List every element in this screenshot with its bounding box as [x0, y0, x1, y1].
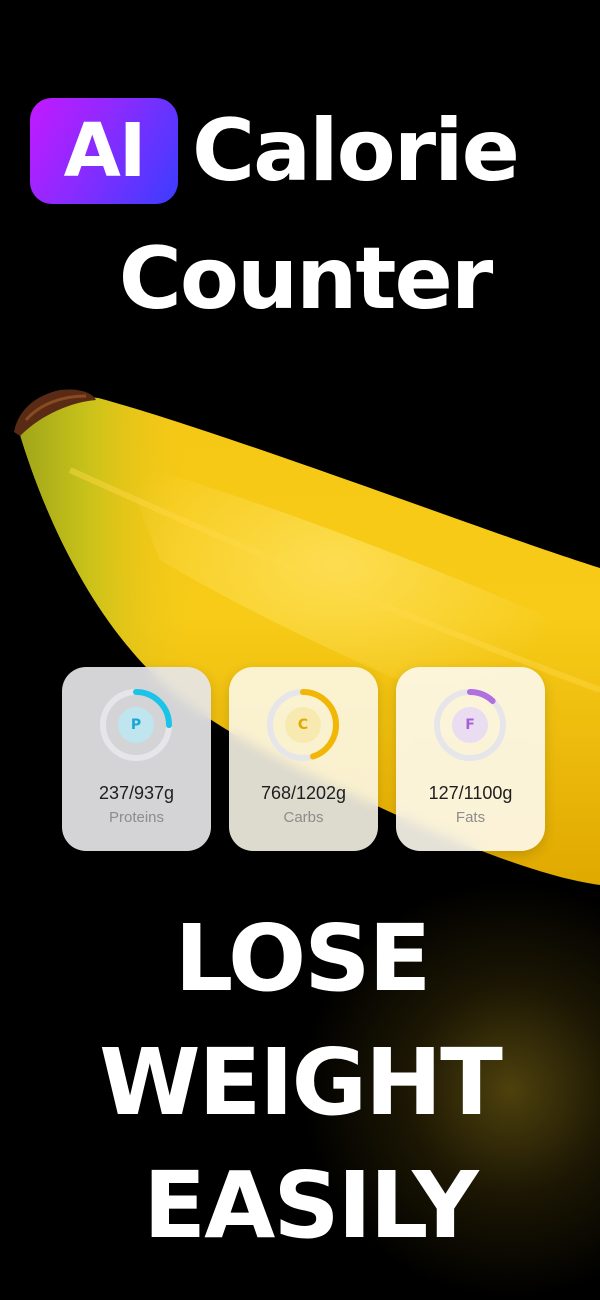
macro-cards: P 237/937g Proteins C 768/1202g Carbs F …: [62, 667, 545, 851]
ai-badge: AI: [30, 98, 178, 204]
slogan-line-2: WEIGHT: [99, 1029, 503, 1136]
macro-card-carbs: C 768/1202g Carbs: [229, 667, 378, 851]
macro-label: Proteins: [108, 809, 165, 826]
macro-card-proteins: P 237/937g Proteins: [62, 667, 211, 851]
macro-amount: 127/1100g: [428, 783, 513, 803]
macro-letter: P: [130, 717, 142, 733]
macro-amount: 768/1202g: [260, 783, 347, 803]
title-calorie: Calorie: [192, 101, 520, 201]
macro-label: Carbs: [283, 809, 324, 826]
macro-card-fats: F 127/1100g Fats: [396, 667, 545, 851]
slogan-line-3: EASILY: [143, 1152, 478, 1259]
macro-label: Fats: [455, 809, 486, 826]
title-row: AI Calorie: [30, 98, 520, 204]
macro-letter: C: [297, 717, 309, 733]
macro-amount: 237/937g: [98, 783, 175, 803]
title-counter: Counter: [118, 229, 494, 329]
slogan-line-1: LOSE: [174, 905, 432, 1012]
promo-screen: AI Calorie Counter P 237/937g Proteins C…: [0, 0, 600, 1300]
macro-letter: F: [465, 717, 475, 733]
